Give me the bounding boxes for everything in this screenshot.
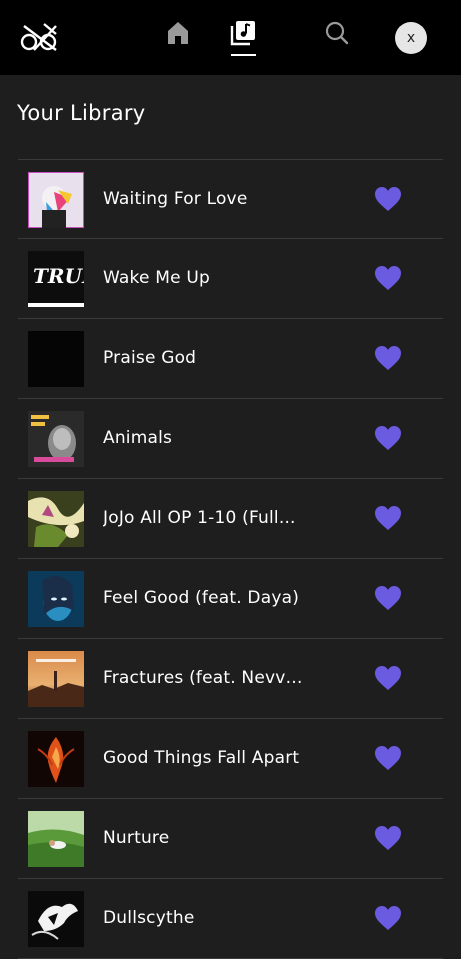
- track-title: Praise God: [103, 348, 197, 368]
- track-title: Animals: [103, 428, 173, 448]
- album-art-thumbnail: [28, 571, 84, 627]
- search-icon: [324, 20, 350, 51]
- track-row[interactable]: Waiting For Love: [18, 159, 443, 239]
- track-row[interactable]: Good Things Fall Apart: [18, 719, 443, 799]
- like-heart-icon[interactable]: [374, 825, 402, 851]
- nav-search-button[interactable]: [320, 18, 354, 52]
- track-title: Fractures (feat. Nevve): [103, 668, 303, 688]
- track-row[interactable]: JoJo All OP 1-10 (Full...: [18, 479, 443, 559]
- like-heart-icon[interactable]: [374, 186, 402, 212]
- album-art-thumbnail: [28, 411, 84, 467]
- track-title: Good Things Fall Apart: [103, 748, 300, 768]
- track-row[interactable]: Fractures (feat. Nevve): [18, 639, 443, 719]
- track-title: Feel Good (feat. Daya): [103, 588, 300, 608]
- library-music-icon: [228, 18, 258, 53]
- album-art-thumbnail: [28, 331, 84, 387]
- track-row[interactable]: Nurture: [18, 799, 443, 879]
- album-art-thumbnail: [28, 891, 84, 947]
- track-title: Dullscythe: [103, 908, 195, 928]
- like-heart-icon[interactable]: [374, 345, 402, 371]
- like-heart-icon[interactable]: [374, 665, 402, 691]
- like-heart-icon[interactable]: [374, 425, 402, 451]
- like-heart-icon[interactable]: [374, 905, 402, 931]
- album-art-thumbnail: [28, 172, 84, 228]
- track-row[interactable]: TRUE Wake Me Up: [18, 239, 443, 319]
- track-row[interactable]: Dullscythe: [18, 879, 443, 959]
- track-title: Nurture: [103, 828, 170, 848]
- album-art-thumbnail: [28, 811, 84, 867]
- like-heart-icon[interactable]: [374, 745, 402, 771]
- nav-library-button[interactable]: [226, 18, 260, 52]
- active-tab-indicator: [231, 54, 256, 56]
- track-row[interactable]: Animals: [18, 399, 443, 479]
- track-row[interactable]: Feel Good (feat. Daya): [18, 559, 443, 639]
- track-title: Wake Me Up: [103, 268, 211, 288]
- user-avatar-button[interactable]: x: [395, 22, 427, 54]
- like-heart-icon[interactable]: [374, 585, 402, 611]
- like-heart-icon[interactable]: [374, 265, 402, 291]
- album-art-thumbnail: TRUE: [28, 251, 84, 307]
- app-logo-icon[interactable]: [20, 20, 60, 54]
- avatar-letter: x: [406, 30, 416, 46]
- track-title: JoJo All OP 1-10 (Full...: [103, 508, 296, 528]
- svg-text:TRUE: TRUE: [33, 264, 84, 288]
- track-row[interactable]: Praise God: [18, 319, 443, 399]
- top-nav-bar: x: [0, 0, 461, 75]
- track-title: Waiting For Love: [103, 189, 248, 209]
- album-art-thumbnail: [28, 731, 84, 787]
- album-art-thumbnail: [28, 651, 84, 707]
- nav-home-button[interactable]: [161, 18, 195, 52]
- like-heart-icon[interactable]: [374, 505, 402, 531]
- library-track-list: Waiting For Love TRUE Wake Me Up Praise …: [18, 159, 443, 959]
- album-art-thumbnail: [28, 491, 84, 547]
- page-title: Your Library: [17, 101, 146, 125]
- home-icon: [164, 19, 192, 52]
